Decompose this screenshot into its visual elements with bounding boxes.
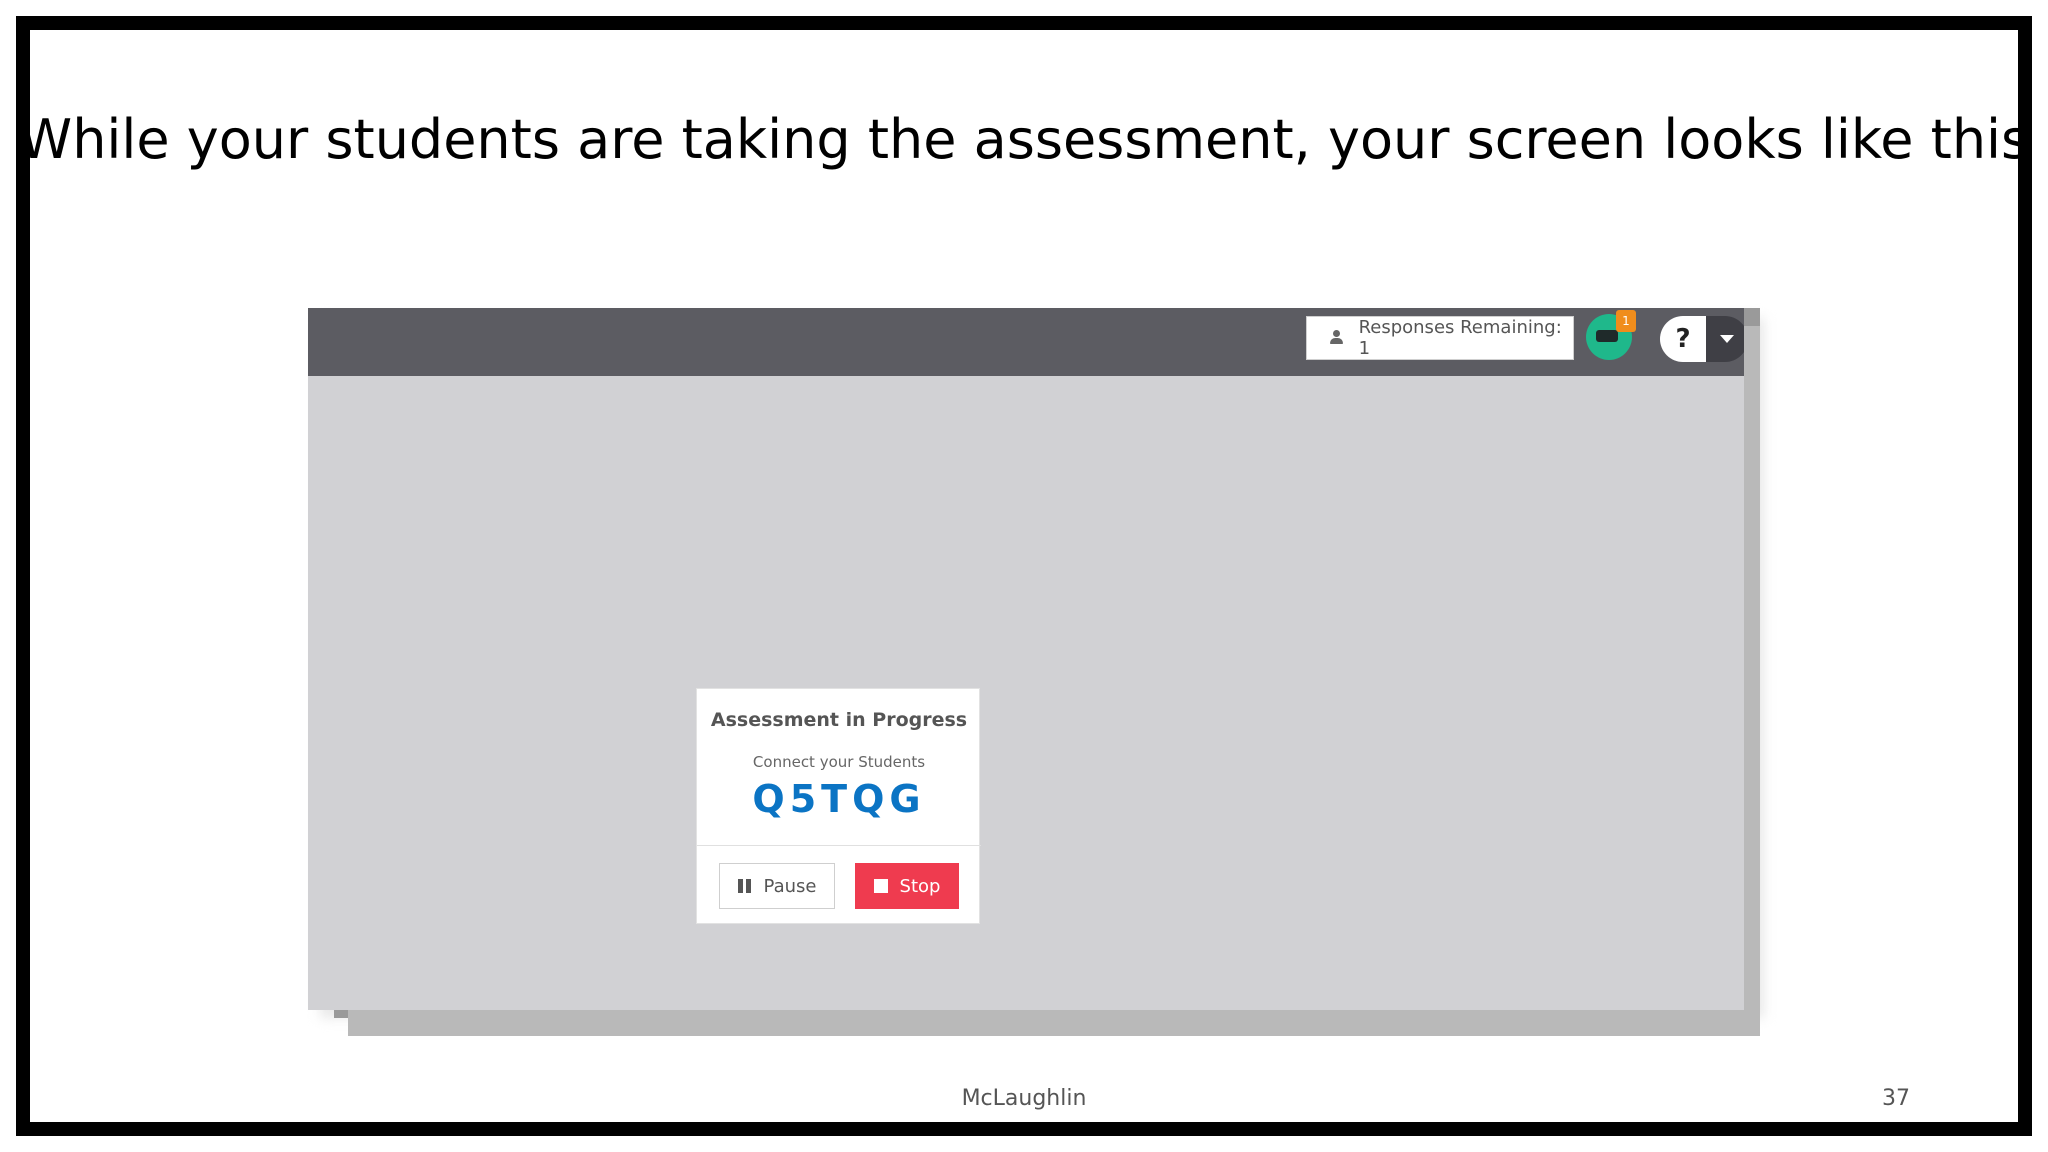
card-divider [697,845,981,846]
notification-badge: 1 [1616,310,1636,332]
embedded-screenshot: Responses Remaining: 1 1 ? Assessment in… [308,308,1764,1036]
footer-author: McLaughlin [961,1086,1087,1111]
session-code: Q5TQG [752,777,926,821]
page-number: 37 [1882,1086,1910,1111]
assessment-card: Assessment in Progress Connect your Stud… [696,688,981,924]
graduation-cap-icon [1596,330,1618,342]
app-window: Responses Remaining: 1 1 ? Assessment in… [308,308,1744,1010]
pause-label: Pause [763,875,817,897]
stop-button[interactable]: Stop [855,863,959,909]
help-button[interactable]: ? [1660,316,1706,362]
chevron-down-icon[interactable] [1706,316,1744,362]
user-avatar[interactable]: 1 [1586,310,1636,360]
help-menu[interactable]: ? [1660,316,1744,362]
pause-icon [737,879,752,893]
stop-icon [873,879,888,893]
app-topbar: Responses Remaining: 1 1 ? [308,308,1744,376]
stop-label: Stop [899,875,941,897]
slide-title: While your students are taking the asses… [18,108,2030,171]
slide: While your students are taking the asses… [0,0,2048,1152]
assessment-title: Assessment in Progress [710,709,968,731]
pause-button[interactable]: Pause [719,863,835,909]
responses-remaining-box[interactable]: Responses Remaining: 1 [1306,316,1574,360]
person-icon [1329,330,1345,346]
responses-remaining-label: Responses Remaining: 1 [1358,317,1562,359]
connect-students-label: Connect your Students [752,753,926,771]
